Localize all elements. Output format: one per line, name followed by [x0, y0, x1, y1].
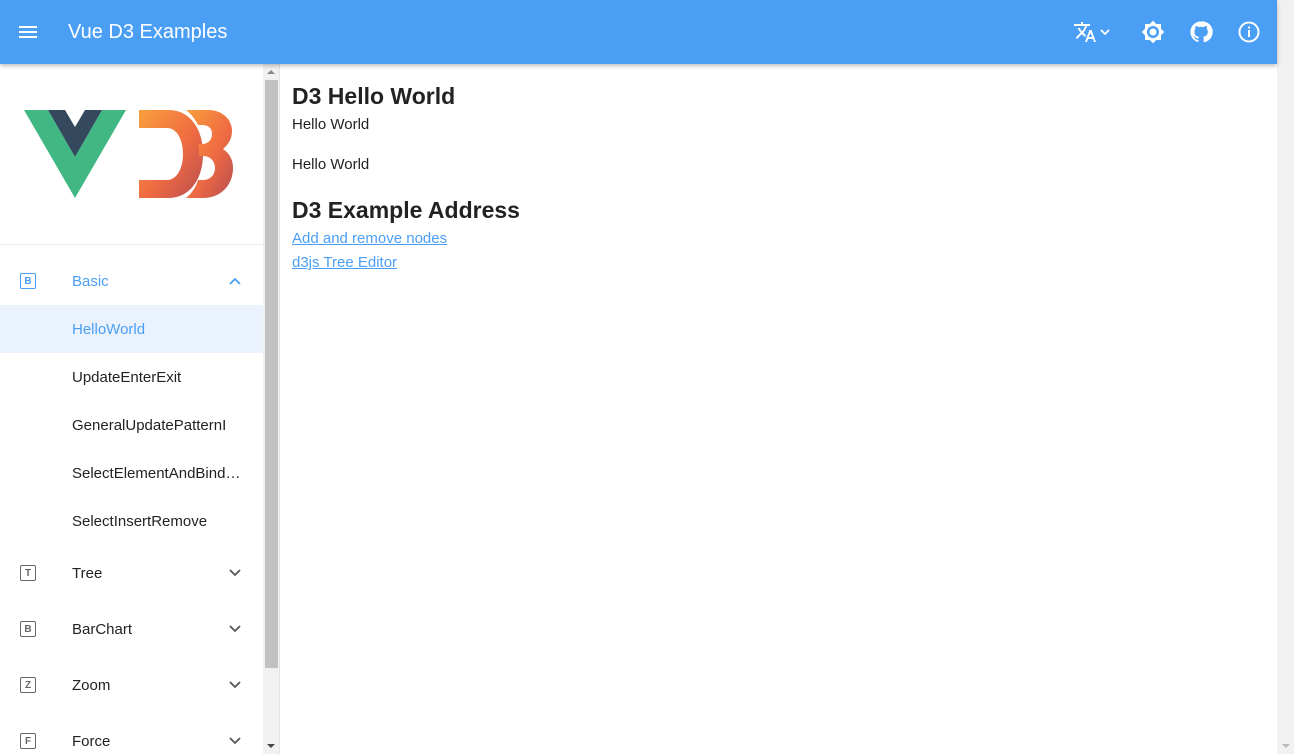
hello-text-2: Hello World: [292, 156, 370, 173]
letter-t-icon: T: [20, 565, 36, 581]
nav-item-label: HelloWorld: [72, 320, 146, 338]
github-button[interactable]: [1189, 20, 1213, 44]
nav-item-generalupdatepattern[interactable]: GeneralUpdatePatternI: [0, 401, 264, 449]
nav-item-label: GeneralUpdatePatternI: [72, 416, 227, 434]
nav-group-label: Zoom: [72, 676, 111, 694]
logo-area: [0, 64, 264, 245]
scroll-up-arrow-icon[interactable]: [267, 68, 275, 76]
nav-list: B Basic HelloWorld UpdateEnterExit Gener…: [0, 257, 264, 754]
sidebar-scroll-thumb[interactable]: [265, 80, 278, 668]
theme-button[interactable]: [1141, 20, 1165, 44]
letter-f-icon: F: [20, 733, 36, 749]
nav-item-selectelementandbind[interactable]: SelectElementAndBindData: [0, 449, 264, 497]
link-d3js-tree-editor[interactable]: d3js Tree Editor: [292, 251, 1252, 275]
translate-button[interactable]: [1073, 20, 1113, 44]
brightness-icon: [1141, 20, 1165, 44]
info-button[interactable]: [1237, 20, 1261, 44]
main-content: D3 Hello World Hello World Hello World D…: [292, 64, 1252, 275]
navigation-drawer: B Basic HelloWorld UpdateEnterExit Gener…: [0, 64, 264, 754]
nav-group-label: Tree: [72, 564, 103, 582]
nav-group-basic[interactable]: B Basic: [0, 257, 264, 305]
nav-item-helloworld[interactable]: HelloWorld: [0, 305, 264, 353]
sidebar-scrollbar[interactable]: [263, 64, 280, 754]
letter-z-icon: Z: [20, 677, 36, 693]
nav-item-label: SelectInsertRemove: [72, 512, 208, 530]
hello-text-1: Hello World: [292, 116, 370, 133]
chevron-down-icon: [229, 681, 241, 689]
chevron-down-icon: [229, 737, 241, 745]
nav-group-label: Force: [72, 732, 111, 750]
nav-group-force[interactable]: F Force: [0, 713, 264, 754]
nav-item-label: UpdateEnterExit: [72, 368, 182, 386]
page-title: D3 Hello World: [292, 83, 456, 109]
nav-item-label: SelectElementAndBindData: [72, 464, 248, 482]
nav-group-label: BarChart: [72, 620, 133, 638]
translate-icon: [1074, 22, 1110, 42]
chevron-down-icon: [229, 569, 241, 577]
nav-group-label: Basic: [72, 272, 109, 290]
chevron-down-icon: [229, 625, 241, 633]
app-bar: Vue D3 Examples: [0, 0, 1277, 64]
nav-item-updateenterexit[interactable]: UpdateEnterExit: [0, 353, 264, 401]
nav-group-barchart[interactable]: B BarChart: [0, 601, 264, 657]
scroll-down-arrow-icon[interactable]: [1282, 742, 1290, 750]
menu-icon[interactable]: [16, 20, 40, 44]
app-title: Vue D3 Examples: [68, 21, 228, 43]
nav-group-tree[interactable]: T Tree: [0, 545, 264, 601]
letter-b-icon: B: [20, 273, 36, 289]
scroll-down-arrow-icon[interactable]: [267, 742, 275, 750]
nav-item-selectinsertremove[interactable]: SelectInsertRemove: [0, 497, 264, 545]
github-icon: [1190, 21, 1213, 43]
nav-group-zoom[interactable]: Z Zoom: [0, 657, 264, 713]
chevron-up-icon: [229, 277, 241, 285]
info-icon: [1238, 21, 1260, 43]
vue-d3-logo: [24, 110, 233, 198]
letter-b-icon: B: [20, 621, 36, 637]
link-add-remove-nodes[interactable]: Add and remove nodes: [292, 227, 1252, 251]
page-scrollbar[interactable]: [1277, 0, 1294, 754]
address-title: D3 Example Address: [292, 197, 520, 223]
